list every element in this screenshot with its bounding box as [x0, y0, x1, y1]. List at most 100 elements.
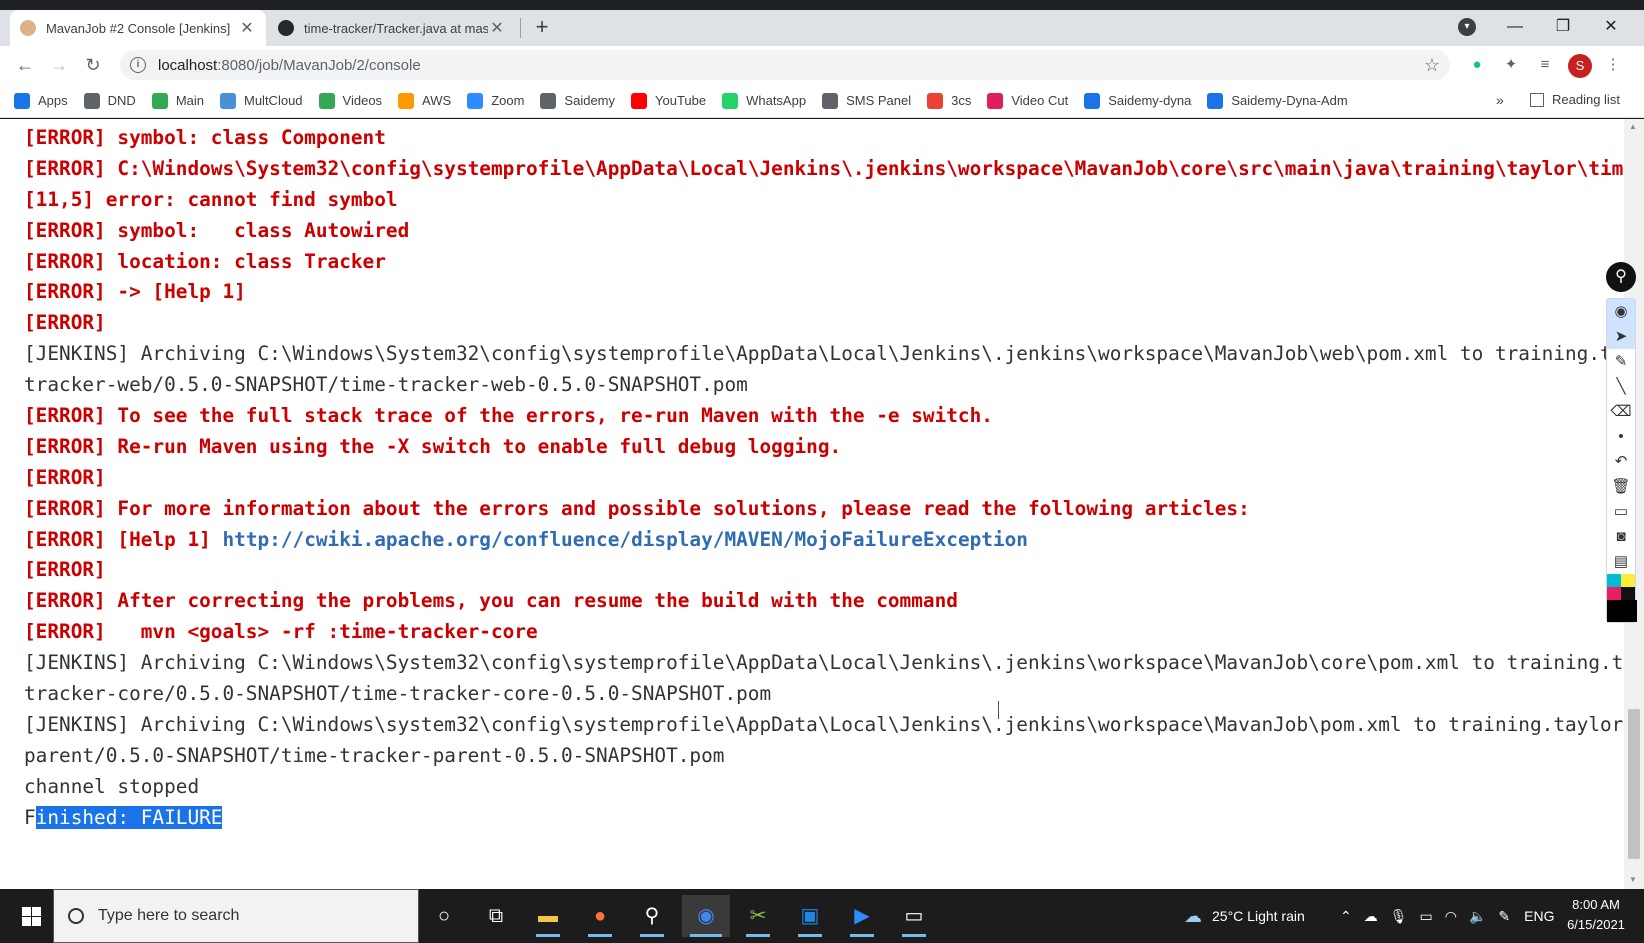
url-host: localhost	[158, 56, 218, 74]
bookmark-item[interactable]: 3cs	[927, 92, 971, 109]
bookmark-item[interactable]: Video Cut	[987, 92, 1068, 109]
log-line: parent/0.5.0-SNAPSHOT/time-tracker-paren…	[24, 741, 1623, 772]
snipping-tool-icon[interactable]: ✂	[734, 895, 782, 937]
bookmark-label: AWS	[422, 93, 452, 108]
firefox-icon[interactable]: ●	[576, 895, 624, 937]
tab-github-tracker[interactable]: time-tracker/Tracker.java at mast ✕	[268, 10, 516, 46]
whiteboard-icon[interactable]: ▭	[1607, 499, 1635, 524]
color-swatches-2[interactable]	[1607, 587, 1635, 600]
close-tab-icon[interactable]: ✕	[488, 18, 506, 38]
tab-title: time-tracker/Tracker.java at mast	[304, 20, 488, 36]
url-text[interactable]: localhost:8080/job/MavanJob/2/console	[158, 57, 421, 74]
zoom-app-icon[interactable]: ▶	[838, 895, 886, 937]
cyan-swatch[interactable]	[1607, 574, 1621, 587]
trash-icon[interactable]: 🗑	[1607, 474, 1635, 499]
annotation-app-icon[interactable]: ⚲	[628, 895, 676, 937]
new-tab-button[interactable]: +	[528, 14, 556, 42]
bookmark-item[interactable]: Videos	[318, 92, 382, 109]
current-color-swatch[interactable]	[1607, 600, 1637, 622]
bookmark-star-icon[interactable]: ☆	[1424, 55, 1440, 76]
bookmark-item[interactable]: Saidemy	[540, 92, 615, 109]
log-text: [ERROR] symbol: class Component	[24, 126, 386, 149]
close-tab-icon[interactable]: ✕	[238, 18, 256, 38]
pointer-cursor-icon[interactable]: ➤	[1607, 324, 1635, 349]
bookmark-item[interactable]: Zoom	[467, 92, 524, 109]
mojo-failure-link[interactable]: http://cwiki.apache.org/confluence/displ…	[222, 528, 1028, 551]
error-log-line: [ERROR] symbol: class Autowired	[24, 216, 1623, 247]
bookmark-item[interactable]: Main	[151, 92, 204, 109]
bookmarks-overflow-button[interactable]: »	[1496, 92, 1504, 108]
bookmark-item[interactable]: Saidemy-dyna	[1084, 92, 1191, 109]
language-indicator[interactable]: ENG	[1524, 908, 1554, 924]
bookmark-item[interactable]: Saidemy-Dyna-Adm	[1207, 92, 1348, 109]
magenta-swatch[interactable]	[1607, 587, 1621, 600]
scrollbar-thumb[interactable]	[1628, 709, 1640, 859]
bookmark-item[interactable]: AWS	[398, 92, 452, 109]
wifi-icon[interactable]: ◠	[1445, 908, 1457, 925]
camera-icon[interactable]: ◙	[1607, 524, 1635, 549]
selected-build-result[interactable]: inished: FAILURE	[35, 805, 223, 829]
file-explorer-icon[interactable]: ▬	[524, 895, 572, 937]
microphone-icon[interactable]: 🎙	[1390, 908, 1408, 925]
bookmark-item[interactable]: MultCloud	[220, 92, 303, 109]
log-text: [11,5] error: cannot find symbol	[24, 187, 398, 211]
taskbar-search-box[interactable]: Type here to search	[53, 889, 419, 943]
weather-widget[interactable]: ☁ 25°C Light rain	[1184, 889, 1305, 943]
address-bar[interactable]: i localhost:8080/job/MavanJob/2/console …	[120, 50, 1450, 80]
back-arrow-icon[interactable]: ←	[11, 51, 39, 79]
tab-search-icon[interactable]: ▾	[1458, 18, 1476, 36]
windows-start-icon[interactable]	[8, 901, 48, 931]
minimize-button[interactable]: —	[1492, 12, 1538, 42]
log-text: channel stopped	[24, 774, 200, 798]
forward-arrow-icon[interactable]: →	[45, 51, 73, 79]
restore-button[interactable]: ❐	[1540, 12, 1586, 42]
bookmark-item[interactable]: SMS Panel	[822, 92, 911, 109]
grammarly-extension-icon[interactable]: ●	[1466, 54, 1488, 76]
tab-separator	[520, 18, 521, 38]
pen-icon[interactable]: ✎	[1498, 908, 1510, 925]
clock-date: 6/15/2021	[1567, 917, 1625, 932]
tray-overflow-icon[interactable]: ⌃	[1340, 908, 1352, 925]
scroll-down-icon[interactable]: ▼	[1629, 875, 1637, 884]
black-swatch[interactable]	[1621, 587, 1635, 600]
reload-icon[interactable]: ↻	[79, 51, 107, 79]
photos-app-icon[interactable]: ▣	[786, 895, 834, 937]
undo-icon[interactable]: ↶	[1607, 449, 1635, 474]
onedrive-icon[interactable]: ☁	[1364, 908, 1378, 925]
terminal-icon[interactable]: ▭	[890, 895, 938, 937]
cortana-icon[interactable]: ○	[420, 895, 468, 937]
bookmark-label: WhatsApp	[746, 93, 807, 108]
site-info-icon[interactable]: i	[130, 57, 146, 73]
yellow-swatch[interactable]	[1621, 574, 1635, 587]
system-tray-icons[interactable]: ⌃ ☁ 🎙 ▭ ◠ 🔈 ✎ ENG	[1340, 889, 1554, 943]
window-top-bar	[0, 0, 1644, 10]
bookmark-item[interactable]: YouTube	[631, 92, 706, 109]
media-queue-icon[interactable]: ≡	[1534, 54, 1556, 76]
bookmark-item[interactable]: WhatsApp	[722, 92, 807, 109]
battery-icon[interactable]: ▭	[1420, 908, 1433, 925]
line-tool-icon[interactable]: ╲	[1607, 374, 1635, 399]
eye-icon[interactable]: ◉	[1607, 299, 1635, 324]
annotation-app-logo-icon[interactable]: ⚲	[1606, 262, 1636, 292]
browser-menu-icon[interactable]: ⋮	[1602, 54, 1624, 76]
drive-icon	[151, 92, 168, 109]
task-view-icon[interactable]: ⧉	[472, 895, 520, 937]
bookmark-item[interactable]: Apps	[14, 92, 68, 109]
chrome-icon[interactable]: ◉	[682, 895, 730, 937]
tab-jenkins-console[interactable]: MavanJob #2 Console [Jenkins] ✕	[10, 10, 266, 46]
clipboard-icon[interactable]: ▤	[1607, 549, 1635, 574]
extensions-puzzle-icon[interactable]: ✦	[1500, 54, 1522, 76]
reading-list-button[interactable]: Reading list	[1530, 92, 1620, 107]
log-text: [ERROR]	[24, 311, 106, 335]
volume-icon[interactable]: 🔈	[1469, 908, 1486, 925]
taskbar-clock[interactable]: 8:00 AM 6/15/2021	[1560, 895, 1632, 935]
eraser-icon[interactable]: ⌫	[1607, 399, 1635, 424]
close-window-button[interactable]: ✕	[1588, 12, 1634, 42]
color-swatches[interactable]	[1607, 574, 1635, 587]
scroll-up-icon[interactable]: ▲	[1629, 122, 1637, 131]
profile-avatar[interactable]: S	[1568, 54, 1592, 78]
bookmark-item[interactable]: DND	[83, 92, 136, 109]
log-text: [JENKINS] Archiving C:\Windows\System32\…	[24, 342, 1612, 366]
dot-tool-icon[interactable]: •	[1607, 424, 1635, 449]
highlighter-icon[interactable]: ✎	[1607, 349, 1635, 374]
